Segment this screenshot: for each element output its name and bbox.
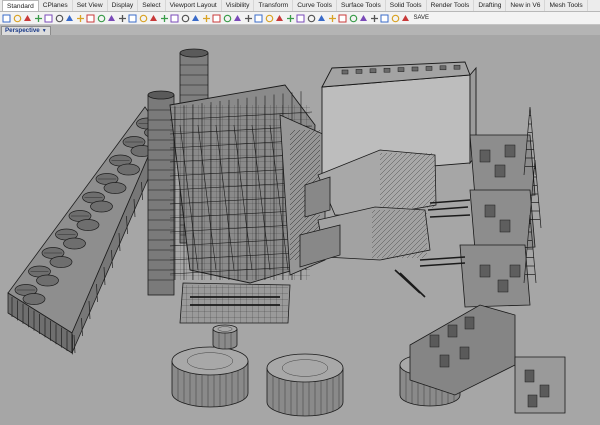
help-icon[interactable] xyxy=(370,14,379,23)
pipe-platform[interactable] xyxy=(179,282,291,324)
redo-icon[interactable] xyxy=(97,14,106,23)
rotate-view-icon[interactable] xyxy=(118,14,127,23)
tab-curve-tools[interactable]: Curve Tools xyxy=(293,0,337,11)
zoom-selected-icon[interactable] xyxy=(160,14,169,23)
named-view-icon[interactable] xyxy=(391,14,400,23)
zoom-icon[interactable] xyxy=(128,14,137,23)
light-bulb-icon[interactable] xyxy=(349,14,358,23)
rendered-icon[interactable] xyxy=(317,14,326,23)
point-icon[interactable] xyxy=(328,14,337,23)
perspective-viewport[interactable] xyxy=(0,35,600,425)
select-icon[interactable] xyxy=(170,14,179,23)
display-mode-icon[interactable] xyxy=(380,14,389,23)
properties-icon[interactable] xyxy=(223,14,232,23)
grid-icon[interactable] xyxy=(202,14,211,23)
print-icon[interactable] xyxy=(34,14,43,23)
tab-new-in-v6[interactable]: New in V6 xyxy=(506,0,546,11)
transformer-yards[interactable] xyxy=(459,106,542,308)
tab-render-tools[interactable]: Render Tools xyxy=(427,0,475,11)
zoom-extents-icon[interactable] xyxy=(149,14,158,23)
shade-icon[interactable] xyxy=(233,14,242,23)
material-icon[interactable] xyxy=(307,14,316,23)
tab-viewport-layout[interactable]: Viewport Layout xyxy=(166,0,222,11)
save-label: SAVE xyxy=(413,15,430,21)
import-icon[interactable] xyxy=(44,14,53,23)
color-wheel-icon[interactable] xyxy=(296,14,305,23)
move-icon[interactable] xyxy=(181,14,190,23)
tab-select[interactable]: Select xyxy=(138,0,166,11)
save-icon[interactable] xyxy=(23,14,32,23)
tab-mesh-tools[interactable]: Mesh Tools xyxy=(545,0,588,11)
viewport-menu-chevron-icon[interactable]: ▼ xyxy=(42,28,47,34)
open-icon[interactable] xyxy=(13,14,22,23)
analyze-icon[interactable] xyxy=(338,14,347,23)
copy-icon[interactable] xyxy=(65,14,74,23)
viewport-header: Perspective ▼ xyxy=(0,25,600,36)
render-icon[interactable] xyxy=(244,14,253,23)
lock-icon[interactable] xyxy=(265,14,274,23)
tab-standard[interactable]: Standard xyxy=(2,0,39,11)
paste-icon[interactable] xyxy=(76,14,85,23)
pan-icon[interactable] xyxy=(107,14,116,23)
layer-icon[interactable] xyxy=(212,14,221,23)
new-file-icon[interactable] xyxy=(2,14,11,23)
tab-display[interactable]: Display xyxy=(108,0,139,11)
tab-visibility[interactable]: Visibility xyxy=(222,0,255,11)
zoom-window-icon[interactable] xyxy=(139,14,148,23)
snapshot-icon[interactable] xyxy=(401,14,410,23)
tab-cplanes[interactable]: CPlanes xyxy=(39,0,73,11)
power-plant-model-scene[interactable] xyxy=(0,35,600,425)
hide-icon[interactable] xyxy=(275,14,284,23)
cooling-fan-bank[interactable] xyxy=(7,106,167,355)
options-icon[interactable] xyxy=(359,14,368,23)
cut-icon[interactable] xyxy=(55,14,64,23)
tab-solid-tools[interactable]: Solid Tools xyxy=(386,0,427,11)
tab-surface-tools[interactable]: Surface Tools xyxy=(337,0,386,11)
standard-toolbar: SAVE xyxy=(0,12,600,25)
undo-icon[interactable] xyxy=(86,14,95,23)
light-icon[interactable] xyxy=(254,14,263,23)
tab-drafting[interactable]: Drafting xyxy=(474,0,507,11)
copy-object-icon[interactable] xyxy=(191,14,200,23)
viewport-title: Perspective xyxy=(5,27,40,34)
show-icon[interactable] xyxy=(286,14,295,23)
toolbar-tab-strip: Standard CPlanes Set View Display Select View… xyxy=(0,0,600,12)
tab-transform[interactable]: Transform xyxy=(254,0,294,11)
tab-set-view[interactable]: Set View xyxy=(73,0,108,11)
